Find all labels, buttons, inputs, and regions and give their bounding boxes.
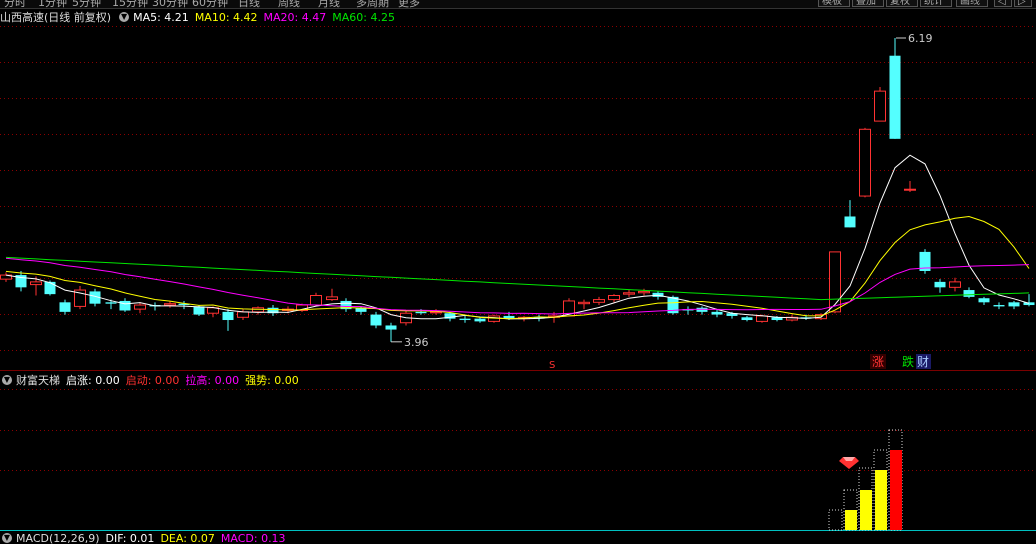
- dif-value: DIF: 0.01: [105, 532, 155, 544]
- candle-body: [310, 295, 322, 306]
- qizhang-value: 启涨: 0.00: [66, 374, 120, 387]
- zhang-marker: 涨: [872, 354, 884, 369]
- macd-name: MACD(12,26,9): [16, 532, 100, 544]
- candle-body: [415, 311, 427, 314]
- candle-body: [44, 281, 56, 295]
- qiangshi-value: 强势: 0.00: [245, 374, 299, 387]
- ma10-value: MA10: 4.42: [194, 10, 258, 24]
- macd-header: ▼ MACD(12,26,9) DIF: 0.01 DEA: 0.07 MACD…: [0, 532, 1036, 544]
- main-chart-header: 山西高速 (日线 前复权) ▼ MA5: 4.21 MA10: 4.42 MA2…: [0, 9, 1036, 25]
- candle-body: [237, 311, 249, 318]
- cai-marker: 财: [917, 355, 929, 369]
- ladder-bar: [860, 490, 872, 530]
- candle-body: [608, 295, 620, 301]
- candle-body: [459, 318, 471, 321]
- candle-body: [193, 306, 205, 315]
- candle-body: [638, 290, 650, 294]
- ma60-value: MA60: 4.25: [332, 10, 395, 24]
- candle-body: [874, 90, 886, 122]
- period-label: (日线 前复权): [44, 11, 112, 24]
- candle-body: [578, 301, 590, 305]
- candle-body: [904, 188, 916, 191]
- candle-body: [326, 296, 338, 301]
- candle-body: [859, 128, 871, 197]
- ma60-line: [5, 256, 1030, 301]
- indicator-header: ▼ 财富天梯 启涨: 0.00 启动: 0.00 拉高: 0.00 强势: 0.…: [0, 372, 1036, 388]
- candle-body: [593, 299, 605, 303]
- candle-body: [741, 317, 753, 321]
- ladder-bar: [845, 510, 857, 530]
- candle-body: [59, 302, 71, 312]
- lagao-value: 拉高: 0.00: [185, 374, 240, 387]
- chevron-down-icon[interactable]: ▼: [2, 533, 12, 543]
- candle-body: [949, 281, 961, 288]
- candle-body: [623, 292, 635, 295]
- candle-body: [889, 55, 901, 139]
- low-price-label: 3.96: [404, 336, 429, 349]
- ma5-value: MA5: 4.21: [133, 10, 189, 24]
- candle-body: [844, 216, 856, 228]
- die-marker: 跌: [902, 354, 914, 369]
- candle-body: [30, 281, 42, 286]
- ladder-outline: [828, 509, 843, 531]
- macd-value: MACD: 0.13: [220, 532, 286, 544]
- ma5-line: [5, 154, 1030, 320]
- candle-body: [474, 318, 486, 322]
- candle-body: [711, 311, 723, 315]
- dea-value: DEA: 0.07: [160, 532, 215, 544]
- main-chart-area: 6.19 3.96 S 涨 跌财: [0, 26, 1036, 531]
- indicator-name: 财富天梯: [16, 374, 60, 387]
- candle-body: [756, 315, 768, 322]
- qidong-value: 启动: 0.00: [125, 374, 180, 387]
- candle-body: [370, 314, 382, 326]
- ladder-bar: [890, 450, 902, 530]
- stock-name: 山西高速: [0, 11, 44, 24]
- candle-body: [978, 298, 990, 303]
- candle-body: [963, 290, 975, 297]
- candle-body: [105, 302, 117, 304]
- ladder-bar: [875, 470, 887, 530]
- ma10-line: [5, 215, 1030, 320]
- candle-body: [934, 281, 946, 288]
- candle-body: [385, 325, 397, 330]
- candle-body: [993, 305, 1005, 307]
- ma20-value: MA20: 4.47: [263, 10, 327, 24]
- chevron-down-icon[interactable]: ▼: [119, 12, 130, 22]
- candle-body: [222, 311, 234, 321]
- candle-body: [134, 304, 146, 310]
- candle-body: [829, 251, 841, 313]
- high-price-label: 6.19: [908, 32, 933, 45]
- chevron-down-icon[interactable]: ▼: [2, 375, 12, 385]
- candle-body: [119, 300, 131, 311]
- sell-signal-marker: S: [549, 360, 555, 371]
- candle-body: [164, 303, 176, 306]
- candle-body: [1008, 302, 1020, 307]
